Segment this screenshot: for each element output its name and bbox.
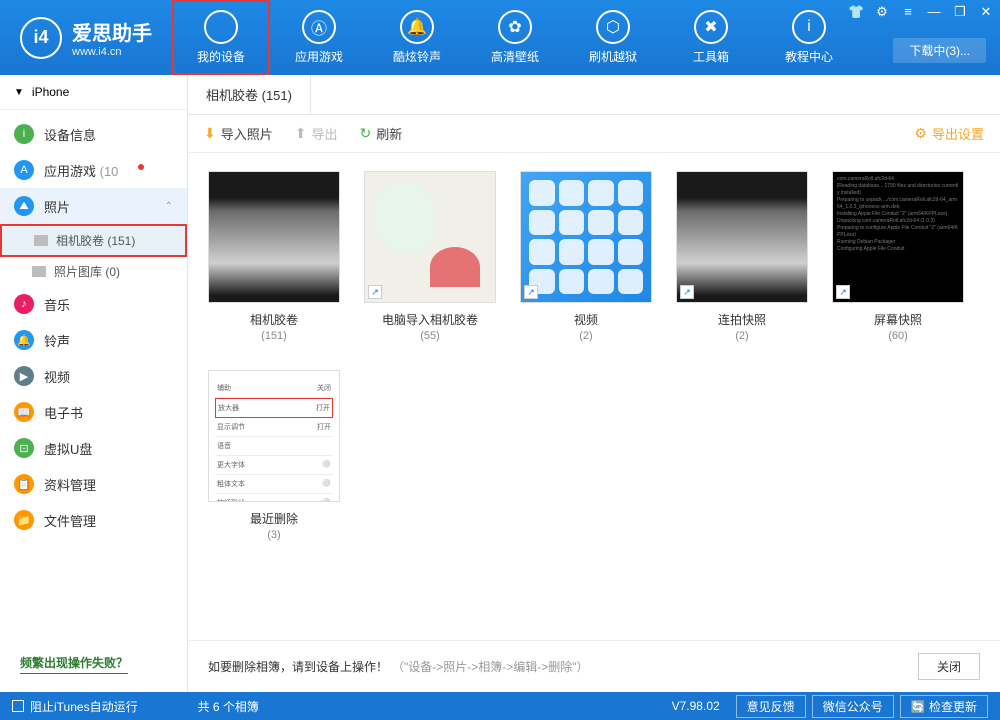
window-controls: 👕 ⚙ ≡ — ❐ ✕ — [848, 4, 994, 20]
feedback-button[interactable]: 意见反馈 — [736, 695, 806, 718]
nav-教程中心[interactable]: i教程中心 — [760, 0, 858, 75]
export-icon: ⬆ — [295, 125, 307, 142]
album-电脑导入相机胶卷[interactable]: ↗电脑导入相机胶卷(55) — [364, 171, 496, 342]
sidebar-item-资料管理[interactable]: 📋资料管理 — [0, 466, 187, 502]
album-屏幕快照[interactable]: com.cameraRoll.afc2d-64[Reading database… — [832, 171, 964, 342]
album-视频[interactable]: ↗视频(2) — [520, 171, 652, 342]
shortcut-icon: ↗ — [368, 285, 382, 299]
nav-icon: i — [792, 10, 826, 44]
nav-icon: Ⓐ — [302, 10, 336, 44]
sidebar-item-文件管理[interactable]: 📁文件管理 — [0, 502, 187, 538]
sidebar-item-应用游戏[interactable]: A应用游戏 (10 — [0, 152, 187, 188]
album-最近删除[interactable]: 辅助关闭放大器打开显示调节打开语音更大字体⚪粗体文本⚪按钮形状⚪降低透明度最近删… — [208, 370, 340, 541]
nav-我的设备[interactable]: 我的设备 — [172, 0, 270, 75]
nav-icon: ✖ — [694, 10, 728, 44]
nav-icon — [204, 10, 238, 44]
refresh-button[interactable]: ↻ 刷新 — [360, 124, 403, 143]
close-button[interactable]: 关闭 — [918, 653, 980, 680]
block-itunes-label: 阻止iTunes自动运行 — [30, 698, 138, 715]
import-photos-button[interactable]: ⬇ 导入照片 — [204, 124, 273, 143]
sidebar-sub-照片图库[interactable]: 照片图库 (0) — [0, 257, 187, 286]
device-selector[interactable]: ▼ iPhone — [0, 75, 187, 110]
folder-icon — [32, 266, 46, 277]
album-thumbnail — [208, 171, 340, 303]
sidebar-sub-相机胶卷[interactable]: 相机胶卷 (151) — [0, 224, 187, 257]
import-icon: ⬇ — [204, 125, 216, 142]
wechat-button[interactable]: 微信公众号 — [812, 695, 894, 718]
shortcut-icon: ↗ — [836, 285, 850, 299]
help-link[interactable]: 频繁出现操作失败？ — [20, 654, 128, 674]
folder-icon — [34, 235, 48, 246]
close-icon[interactable]: ✕ — [978, 4, 994, 20]
sidebar-icon: ⛰ — [14, 196, 34, 216]
album-thumbnail: ↗ — [676, 171, 808, 303]
device-name: iPhone — [32, 85, 69, 99]
nav-icon: 🔔 — [400, 10, 434, 44]
sidebar-icon: i — [14, 124, 34, 144]
nav-刷机越狱[interactable]: ⬡刷机越狱 — [564, 0, 662, 75]
logo-icon: i4 — [20, 17, 62, 59]
settings-icon[interactable]: ⚙ — [874, 4, 890, 20]
refresh-icon: ↻ — [360, 125, 372, 142]
album-连拍快照[interactable]: ↗连拍快照(2) — [676, 171, 808, 342]
delete-hint: （"设备->照片->相簿->编辑->删除"） — [392, 658, 589, 675]
sidebar-item-虚拟U盘[interactable]: ⊡虚拟U盘 — [0, 430, 187, 466]
shortcut-icon: ↗ — [680, 285, 694, 299]
nav-icon: ✿ — [498, 10, 532, 44]
nav-icon: ⬡ — [596, 10, 630, 44]
app-url: www.i4.cn — [72, 46, 152, 58]
sidebar-item-音乐[interactable]: ♪音乐 — [0, 286, 187, 322]
nav-工具箱[interactable]: ✖工具箱 — [662, 0, 760, 75]
download-status[interactable]: 下载中(3)... — [893, 38, 986, 63]
sidebar-item-设备信息[interactable]: i设备信息 — [0, 116, 187, 152]
nav-酷炫铃声[interactable]: 🔔酷炫铃声 — [368, 0, 466, 75]
sidebar-icon: ⊡ — [14, 438, 34, 458]
shortcut-icon: ↗ — [524, 285, 538, 299]
sidebar-item-铃声[interactable]: 🔔铃声 — [0, 322, 187, 358]
gear-icon: ⚙ — [914, 125, 927, 142]
album-thumbnail: com.cameraRoll.afc2d-64[Reading database… — [832, 171, 964, 303]
app-logo: i4 爱思助手 www.i4.cn — [0, 0, 172, 75]
maximize-icon[interactable]: ❐ — [952, 4, 968, 20]
album-相机胶卷[interactable]: 相机胶卷(151) — [208, 171, 340, 342]
chevron-icon: ⌃ — [165, 201, 173, 212]
sidebar-item-照片[interactable]: ⛰照片⌃ — [0, 188, 187, 224]
app-name: 爱思助手 — [72, 17, 152, 46]
sidebar-icon: 📖 — [14, 402, 34, 422]
sidebar-icon: 📁 — [14, 510, 34, 530]
sidebar-icon: 📋 — [14, 474, 34, 494]
tab-camera-roll[interactable]: 相机胶卷 (151) — [188, 75, 311, 114]
nav-高清壁纸[interactable]: ✿高清壁纸 — [466, 0, 564, 75]
export-settings-button[interactable]: ⚙ 导出设置 — [914, 124, 984, 143]
sidebar-icon: A — [14, 160, 34, 180]
sidebar-item-视频[interactable]: ▶视频 — [0, 358, 187, 394]
sidebar-icon: 🔔 — [14, 330, 34, 350]
update-button[interactable]: 🔄 检查更新 — [900, 695, 988, 718]
minimize-icon[interactable]: — — [926, 4, 942, 20]
skin-icon[interactable]: 👕 — [848, 4, 864, 20]
chevron-down-icon: ▼ — [14, 87, 24, 98]
album-total: 共 6 个相簿 — [198, 698, 259, 715]
sidebar-icon: ♪ — [14, 294, 34, 314]
export-button: ⬆ 导出 — [295, 124, 338, 143]
menu-icon[interactable]: ≡ — [900, 4, 916, 20]
version-label: V7.98.02 — [672, 699, 720, 713]
sidebar-icon: ▶ — [14, 366, 34, 386]
album-thumbnail: ↗ — [364, 171, 496, 303]
album-thumbnail: ↗ — [520, 171, 652, 303]
delete-notice: 如要删除相簿，请到设备上操作！ — [208, 658, 388, 675]
album-thumbnail: 辅助关闭放大器打开显示调节打开语音更大字体⚪粗体文本⚪按钮形状⚪降低透明度 — [208, 370, 340, 502]
notification-dot — [138, 164, 144, 170]
block-itunes-checkbox[interactable] — [12, 700, 24, 712]
nav-应用游戏[interactable]: Ⓐ应用游戏 — [270, 0, 368, 75]
sidebar-item-电子书[interactable]: 📖电子书 — [0, 394, 187, 430]
